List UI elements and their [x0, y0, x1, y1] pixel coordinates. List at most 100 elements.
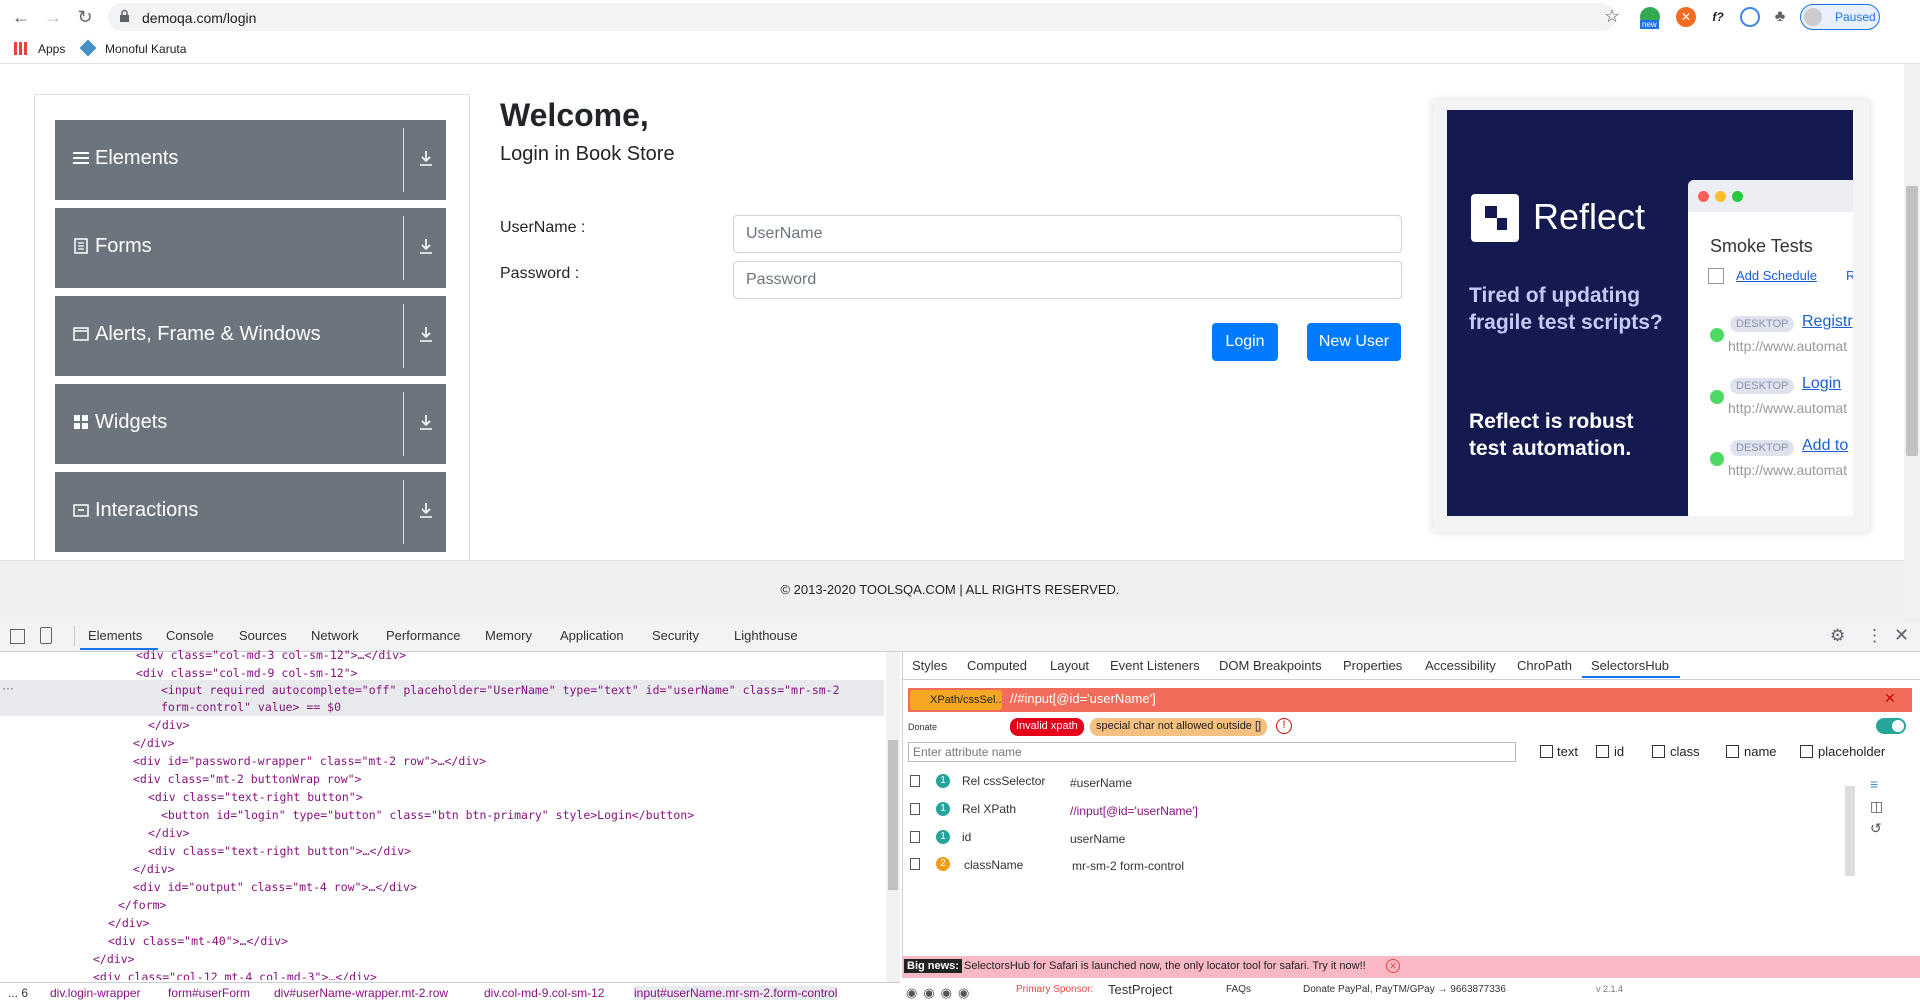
tab-elements[interactable]: Elements — [88, 628, 142, 643]
tab-performance[interactable]: Performance — [386, 628, 460, 643]
extension-icon[interactable]: f? — [1708, 7, 1728, 27]
result-value[interactable]: #userName — [1070, 776, 1132, 790]
copy-icon[interactable] — [910, 831, 920, 843]
bookmark-star-icon[interactable]: ☆ — [1604, 6, 1620, 27]
breadcrumb-item-active[interactable]: input#userName.mr-sm-2.form-control — [634, 986, 838, 1000]
more-icon[interactable]: ⋮ — [1866, 626, 1883, 646]
new-user-button[interactable]: New User — [1307, 323, 1401, 361]
bookmark-apps[interactable]: Apps — [38, 42, 65, 56]
dom-line[interactable]: <div class="col-md-3 col-sm-12">…</div> — [136, 648, 406, 662]
inspect-icon[interactable] — [10, 629, 25, 644]
reflect-ad-banner[interactable]: Reflect Tired of updating fragile test s… — [1447, 110, 1853, 516]
history-icon[interactable]: ↺ — [1870, 820, 1882, 837]
tab-console[interactable]: Console — [166, 628, 214, 643]
dom-line[interactable]: <div class="col-12 mt-4 col-md-3">…</div… — [93, 970, 377, 980]
selector-type-dropdown[interactable]: XPath/cssSel.. — [910, 690, 1002, 710]
device-toolbar-icon[interactable] — [40, 627, 52, 644]
sidebar-group-widgets[interactable]: Widgets — [55, 384, 446, 464]
address-bar[interactable] — [108, 3, 1616, 31]
checkbox-class[interactable] — [1652, 745, 1665, 758]
scrollbar-thumb[interactable] — [1906, 186, 1918, 456]
alert-icon[interactable]: ! — [1276, 718, 1292, 734]
clear-icon[interactable]: ✕ — [1884, 690, 1896, 707]
dom-line[interactable]: <div class="col-md-9 col-sm-12"> — [136, 666, 358, 680]
sponsor-name[interactable]: TestProject — [1108, 982, 1172, 997]
dom-line[interactable]: <div class="mt-2 buttonWrap row"> — [133, 772, 361, 786]
faqs-link[interactable]: FAQs — [1226, 984, 1251, 995]
tab-layout[interactable]: Layout — [1050, 658, 1089, 673]
dom-line[interactable]: </div> — [148, 826, 190, 840]
donate-label[interactable]: Donate — [908, 722, 937, 732]
tab-chropath[interactable]: ChroPath — [1517, 658, 1572, 673]
copy-icon[interactable] — [910, 775, 920, 787]
username-input[interactable]: UserName — [733, 215, 1402, 253]
dom-line[interactable]: <div class="text-right button">…</div> — [148, 844, 411, 858]
dom-line[interactable]: <div id="password-wrapper" class="mt-2 r… — [133, 754, 486, 768]
tab-accessibility[interactable]: Accessibility — [1425, 658, 1496, 673]
scrollbar-thumb[interactable] — [888, 740, 898, 890]
extension-icon[interactable] — [1740, 7, 1760, 27]
close-icon[interactable]: ✕ — [1386, 959, 1400, 973]
dom-line[interactable]: <div class="mt-40">…</div> — [108, 934, 288, 948]
copy-icon[interactable]: ◫ — [1870, 798, 1883, 815]
checkbox-name[interactable] — [1726, 745, 1739, 758]
tab-event-listeners[interactable]: Event Listeners — [1110, 658, 1200, 673]
tab-selectorshub[interactable]: SelectorsHub — [1591, 658, 1669, 673]
big-news-text[interactable]: SelectorsHub for Safari is launched now,… — [964, 960, 1366, 972]
tab-properties[interactable]: Properties — [1343, 658, 1402, 673]
dom-line[interactable]: <button id="login" type="button" class="… — [161, 808, 694, 822]
dom-line[interactable]: </div> — [133, 862, 175, 876]
dom-line[interactable]: </div> — [93, 952, 135, 966]
result-value[interactable]: //input[@id='userName'] — [1070, 804, 1198, 818]
copy-icon[interactable] — [910, 803, 920, 815]
checkbox-id[interactable] — [1596, 745, 1609, 758]
gear-icon[interactable]: ⚙ — [1830, 626, 1845, 646]
result-value[interactable]: mr-sm-2 form-control — [1072, 859, 1184, 873]
result-value[interactable]: userName — [1070, 832, 1125, 846]
dom-line[interactable]: </div> — [148, 718, 190, 732]
breadcrumb-item[interactable]: div.col-md-9.col-sm-12 — [484, 986, 604, 1000]
tab-computed[interactable]: Computed — [967, 658, 1027, 673]
checkbox-text[interactable] — [1540, 745, 1553, 758]
tab-lighthouse[interactable]: Lighthouse — [734, 628, 798, 643]
tab-security[interactable]: Security — [652, 628, 699, 643]
tab-network[interactable]: Network — [311, 628, 359, 643]
breadcrumb-item[interactable]: div#userName-wrapper.mt-2.row — [274, 986, 448, 1000]
forward-icon[interactable]: → — [42, 6, 64, 28]
back-icon[interactable]: ← — [10, 6, 32, 28]
tab-styles[interactable]: Styles — [912, 658, 947, 673]
results-scrollbar[interactable] — [1845, 786, 1855, 876]
close-icon[interactable]: ✕ — [1894, 625, 1909, 646]
dom-line[interactable]: </form> — [118, 898, 166, 912]
dom-line[interactable]: </div> — [133, 736, 175, 750]
dom-line[interactable]: <div id="output" class="mt-4 row">…</div… — [133, 880, 417, 894]
tab-memory[interactable]: Memory — [485, 628, 532, 643]
login-button[interactable]: Login — [1212, 323, 1278, 361]
tab-dom-breakpoints[interactable]: DOM Breakpoints — [1219, 658, 1322, 673]
copy-icon[interactable] — [910, 858, 920, 870]
dom-line[interactable]: <div class="text-right button"> — [148, 790, 363, 804]
sidebar-group-interactions[interactable]: Interactions — [55, 472, 446, 552]
sidebar-group-alerts[interactable]: Alerts, Frame & Windows — [55, 296, 446, 376]
breadcrumb-item[interactable]: form#userForm — [168, 986, 250, 1000]
password-input[interactable]: Password — [733, 261, 1402, 299]
donate-info[interactable]: Donate PayPal, PayTM/GPay → 9663877336 — [1303, 984, 1506, 995]
dom-line-selected[interactable]: <input required autocomplete="off" place… — [161, 683, 840, 697]
checkbox-placeholder[interactable] — [1800, 745, 1813, 758]
settings-icon[interactable]: ≡ — [1870, 776, 1878, 792]
breadcrumb-item[interactable]: ... 6 — [8, 986, 28, 1000]
dom-line[interactable]: </div> — [108, 916, 150, 930]
attribute-input[interactable]: Enter attribute name — [908, 742, 1516, 762]
social-icons[interactable]: ◉◉◉◉ — [906, 985, 975, 1001]
extension-icon[interactable]: ✕ — [1676, 7, 1696, 27]
sidebar-group-elements[interactable]: Elements — [55, 120, 446, 200]
sidebar-group-forms[interactable]: Forms — [55, 208, 446, 288]
puzzle-icon[interactable]: ♣ — [1770, 7, 1790, 27]
toggle-switch[interactable] — [1876, 718, 1906, 734]
bookmark-monoful-karuta[interactable]: Monoful Karuta — [105, 42, 186, 56]
selector-input[interactable]: //#input[@id='userName'] — [1010, 691, 1156, 706]
tab-application[interactable]: Application — [560, 628, 624, 643]
tab-sources[interactable]: Sources — [239, 628, 287, 643]
reload-icon[interactable]: ↻ — [74, 6, 96, 28]
breadcrumb-item[interactable]: div.login-wrapper — [50, 986, 141, 1000]
